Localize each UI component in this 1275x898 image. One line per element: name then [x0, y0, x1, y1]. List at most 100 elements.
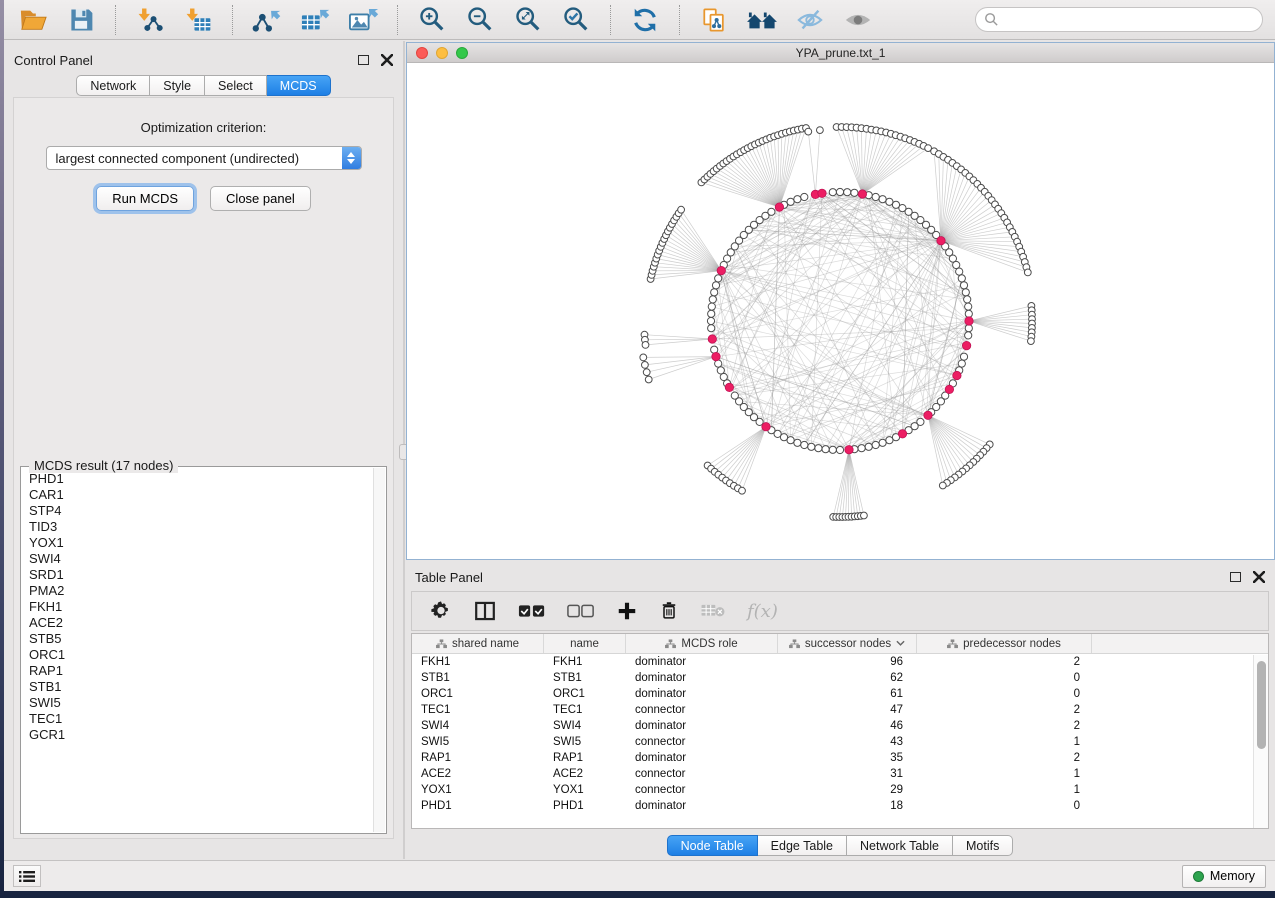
- tab-select[interactable]: Select: [205, 75, 267, 96]
- optimization-criterion-select[interactable]: largest connected component (undirected): [46, 146, 362, 170]
- table-scrollbar[interactable]: [1253, 655, 1268, 828]
- table-cell: 47: [778, 702, 917, 718]
- export-image-icon[interactable]: [346, 5, 380, 35]
- table-row[interactable]: ORC1ORC1dominator610: [412, 686, 1268, 702]
- tab-network[interactable]: Network: [76, 75, 150, 96]
- table-scrollbar-thumb[interactable]: [1257, 661, 1266, 749]
- table-row[interactable]: ACE2ACE2connector311: [412, 766, 1268, 782]
- clone-network-icon[interactable]: [697, 5, 731, 35]
- tab-node-table[interactable]: Node Table: [667, 835, 758, 856]
- table-row[interactable]: SWI5SWI5connector431: [412, 734, 1268, 750]
- float-panel-icon[interactable]: [358, 55, 369, 65]
- mcds-result-item[interactable]: TEC1: [25, 711, 372, 727]
- mcds-result-item[interactable]: YOX1: [25, 535, 372, 551]
- deselect-all-checkboxes-icon[interactable]: [567, 603, 595, 619]
- table-row[interactable]: STB1STB1dominator620: [412, 670, 1268, 686]
- mcds-result-item[interactable]: SRD1: [25, 567, 372, 583]
- table-row[interactable]: YOX1YOX1connector291: [412, 782, 1268, 798]
- close-panel-icon[interactable]: [381, 54, 393, 66]
- mcds-result-scrollbar[interactable]: [373, 468, 385, 832]
- first-neighbors-icon[interactable]: [745, 5, 779, 35]
- column-header-shared-name[interactable]: shared name: [412, 634, 544, 653]
- sort-descending-icon: [896, 640, 905, 647]
- mcds-result-item[interactable]: SWI4: [25, 551, 372, 567]
- table-panel: Table Panel: [405, 565, 1275, 859]
- table-row[interactable]: RAP1RAP1dominator352: [412, 750, 1268, 766]
- column-header-mcds-role[interactable]: MCDS role: [626, 634, 778, 653]
- clear-table-icon: [700, 602, 726, 620]
- gear-icon[interactable]: [430, 600, 452, 622]
- task-history-button[interactable]: [13, 865, 41, 887]
- float-table-panel-icon[interactable]: [1230, 572, 1241, 582]
- tab-style[interactable]: Style: [150, 75, 205, 96]
- export-network-icon[interactable]: [250, 5, 284, 35]
- mcds-result-item[interactable]: CAR1: [25, 487, 372, 503]
- import-table-icon[interactable]: [181, 5, 215, 35]
- mcds-result-item[interactable]: STB5: [25, 631, 372, 647]
- table-cell: ORC1: [544, 686, 626, 702]
- mcds-result-list[interactable]: PHD1CAR1STP4TID3YOX1SWI4SRD1PMA2FKH1ACE2…: [25, 471, 372, 831]
- column-header-successor-nodes[interactable]: successor nodes: [778, 634, 917, 653]
- close-panel-button[interactable]: Close panel: [210, 186, 311, 211]
- save-session-icon[interactable]: [64, 5, 98, 35]
- mcds-result-item[interactable]: ACE2: [25, 615, 372, 631]
- zoom-selected-icon[interactable]: [559, 5, 593, 35]
- mcds-result-item[interactable]: RAP1: [25, 663, 372, 679]
- select-all-checkboxes-icon[interactable]: [518, 603, 546, 619]
- table-row[interactable]: PHD1PHD1dominator180: [412, 798, 1268, 814]
- zoom-out-icon[interactable]: [463, 5, 497, 35]
- zoom-fit-icon[interactable]: [511, 5, 545, 35]
- table-cell: PHD1: [544, 798, 626, 814]
- export-table-icon[interactable]: [298, 5, 332, 35]
- open-file-icon[interactable]: [16, 5, 50, 35]
- tab-network-table[interactable]: Network Table: [847, 835, 953, 856]
- add-column-icon[interactable]: [616, 600, 638, 622]
- search-box[interactable]: [975, 7, 1263, 32]
- mcds-result-item[interactable]: SWI5: [25, 695, 372, 711]
- mcds-result-item[interactable]: PHD1: [25, 471, 372, 487]
- zoom-in-icon[interactable]: [415, 5, 449, 35]
- hide-selected-icon[interactable]: [793, 5, 827, 35]
- columns-icon[interactable]: [473, 600, 497, 622]
- search-input[interactable]: [999, 12, 1254, 27]
- network-title: YPA_prune.txt_1: [407, 46, 1274, 60]
- run-mcds-button[interactable]: Run MCDS: [96, 186, 194, 211]
- table-cell: 96: [778, 654, 917, 670]
- import-network-icon[interactable]: [133, 5, 167, 35]
- delete-column-icon[interactable]: [659, 600, 679, 622]
- table-cell: ORC1: [412, 686, 544, 702]
- table-cell: STB1: [544, 670, 626, 686]
- close-table-panel-icon[interactable]: [1253, 571, 1265, 583]
- network-canvas[interactable]: [407, 63, 1274, 559]
- memory-button[interactable]: Memory: [1182, 865, 1266, 888]
- table-row[interactable]: TEC1TEC1connector472: [412, 702, 1268, 718]
- table-cell: 2: [917, 718, 1092, 734]
- table-row[interactable]: FKH1FKH1dominator962: [412, 654, 1268, 670]
- control-panel-title: Control Panel: [14, 53, 93, 68]
- network-graph[interactable]: [407, 63, 1274, 559]
- tab-mcds[interactable]: MCDS: [267, 75, 331, 96]
- refresh-icon[interactable]: [628, 5, 662, 35]
- table-cell: SWI5: [544, 734, 626, 750]
- table-cell: 2: [917, 750, 1092, 766]
- table-cell: 1: [917, 734, 1092, 750]
- mcds-result-item[interactable]: PMA2: [25, 583, 372, 599]
- table-cell: TEC1: [544, 702, 626, 718]
- column-header-predecessor-nodes[interactable]: predecessor nodes: [917, 634, 1092, 653]
- mcds-result-item[interactable]: GCR1: [25, 727, 372, 743]
- mcds-result-item[interactable]: TID3: [25, 519, 372, 535]
- mcds-result-item[interactable]: FKH1: [25, 599, 372, 615]
- tab-motifs[interactable]: Motifs: [953, 835, 1013, 856]
- mcds-result-item[interactable]: STP4: [25, 503, 372, 519]
- mcds-result-item[interactable]: STB1: [25, 679, 372, 695]
- column-header-name[interactable]: name: [544, 634, 626, 653]
- table-cell: PHD1: [412, 798, 544, 814]
- tree-icon: [789, 639, 800, 649]
- table-cell: ACE2: [412, 766, 544, 782]
- toolbar-separator: [679, 5, 680, 35]
- show-all-icon[interactable]: [841, 5, 875, 35]
- toolbar-separator: [115, 5, 116, 35]
- table-row[interactable]: SWI4SWI4dominator462: [412, 718, 1268, 734]
- mcds-result-item[interactable]: ORC1: [25, 647, 372, 663]
- tab-edge-table[interactable]: Edge Table: [758, 835, 847, 856]
